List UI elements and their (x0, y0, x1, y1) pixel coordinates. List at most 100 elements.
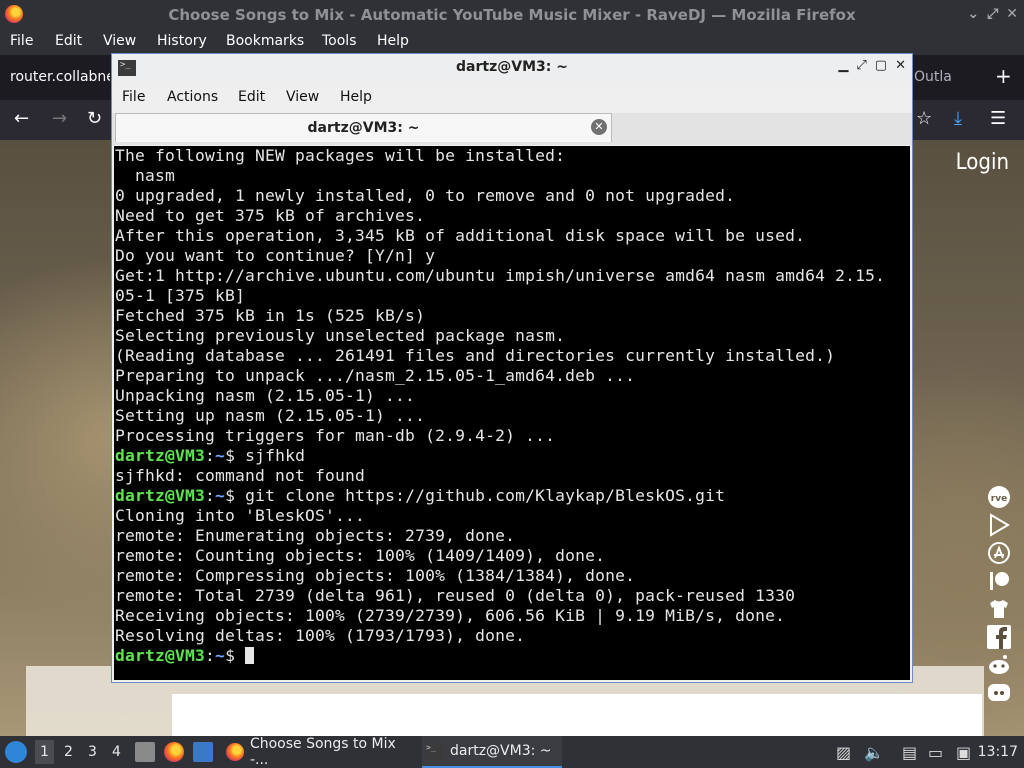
login-link[interactable]: Login (956, 150, 1009, 175)
new-tab-button[interactable]: + (995, 64, 1012, 88)
terminal-icon: >_ (426, 743, 444, 759)
task-firefox[interactable]: Choose Songs to Mix -... (222, 736, 418, 768)
tab-outlook[interactable]: Outla (914, 69, 952, 85)
workspace-1[interactable]: 1 (35, 740, 54, 764)
terminal-menubar: File Actions Edit View Help (112, 83, 912, 113)
social-links: rve (984, 483, 1018, 707)
terminal-output-line: remote: Enumerating objects: 2739, done. (115, 526, 516, 545)
menu-history[interactable]: History (157, 33, 207, 49)
prompt-colon: : (205, 486, 216, 505)
terminal-menu-edit[interactable]: Edit (238, 89, 265, 105)
workspace-2[interactable]: 2 (64, 744, 73, 760)
clipboard-icon[interactable]: ▤ (902, 743, 917, 762)
terminal-menu-view[interactable]: View (286, 89, 319, 105)
minimize-icon[interactable]: ▁ (838, 58, 848, 73)
back-icon[interactable]: ← (14, 108, 29, 129)
terminal-output-line: Receiving objects: 100% (2739/2739), 606… (115, 606, 786, 625)
maximize-icon[interactable]: ⤢ (987, 6, 998, 22)
terminal-output-line: The following NEW packages will be insta… (115, 146, 566, 165)
bookmark-star-icon[interactable]: ☆ (916, 108, 932, 129)
menu-file[interactable]: File (10, 33, 33, 49)
workspace-4[interactable]: 4 (112, 744, 121, 760)
update-icon[interactable]: ▣ (956, 743, 971, 762)
terminal-window-title: dartz@VM3: ~ (456, 59, 568, 75)
taskbar: 1 2 3 4 Choose Songs to Mix -... >_ dart… (0, 736, 1024, 768)
prompt-path: ~ (215, 446, 226, 465)
menu-view[interactable]: View (103, 33, 136, 49)
terminal-menu-file[interactable]: File (122, 89, 145, 105)
terminal-output-line: Fetched 375 kB in 1s (525 kB/s) (115, 306, 426, 325)
prompt-path: ~ (215, 486, 226, 505)
menu-bookmarks[interactable]: Bookmarks (226, 33, 304, 49)
terminal-output-line: remote: Compressing objects: 100% (1384/… (115, 566, 636, 585)
patreon-icon[interactable] (984, 567, 1014, 595)
file-manager-icon[interactable] (135, 742, 155, 762)
terminal-window: >_ dartz@VM3: ~ ▁ ⤢ ▢ ✕ File Actions Edi… (111, 53, 913, 683)
facebook-icon[interactable] (984, 623, 1014, 651)
workspace-3[interactable]: 3 (88, 744, 97, 760)
terminal-output-line: Resolving deltas: 100% (1793/1793), done… (115, 626, 526, 645)
menu-edit[interactable]: Edit (55, 33, 82, 49)
terminal-output-line: Cloning into 'BleskOS'... (115, 506, 366, 525)
close-icon[interactable]: ✕ (895, 58, 906, 73)
shirt-icon[interactable] (984, 595, 1014, 623)
terminal-output-line: Do you want to continue? [Y/n] y (115, 246, 436, 265)
minimize-icon[interactable]: ⌄ (967, 6, 979, 22)
firefox-launcher-icon[interactable] (164, 742, 184, 762)
terminal-output-line: sjfhkd: command not found (115, 466, 366, 485)
volume-icon[interactable]: 🔈 (864, 743, 884, 762)
terminal-output-line: Need to get 375 kB of archives. (115, 206, 426, 225)
firefox-window-controls: ⌄ ⤢ ✕ (967, 6, 1018, 22)
terminal-output-line: (Reading database ... 261491 files and d… (115, 346, 836, 365)
downloads-icon[interactable]: ⤓ (954, 108, 962, 129)
firefox-menubar: File Edit View History Bookmarks Tools H… (0, 30, 1024, 55)
terminal-output-line: remote: Total 2739 (delta 961), reused 0… (115, 586, 796, 605)
terminal-command-line: dartz@VM3:~$ (115, 646, 910, 666)
menu-tools[interactable]: Tools (322, 33, 357, 49)
forward-icon[interactable]: → (52, 108, 67, 129)
menu-help[interactable]: Help (377, 33, 409, 49)
desktop-icon[interactable] (193, 742, 213, 762)
terminal-titlebar[interactable]: >_ dartz@VM3: ~ ▁ ⤢ ▢ ✕ (112, 54, 912, 83)
terminal-menu-help[interactable]: Help (340, 89, 372, 105)
hamburger-menu-icon[interactable]: ☰ (990, 108, 1006, 129)
prompt-colon: : (205, 646, 216, 665)
rave-icon[interactable]: rve (984, 483, 1014, 511)
network-icon[interactable]: ▭ (928, 743, 943, 762)
google-play-icon[interactable] (984, 511, 1014, 539)
close-icon[interactable]: ✕ (1006, 6, 1018, 22)
terminal-tabbar: dartz@VM3: ~ ✕ (112, 113, 912, 145)
prompt-user: dartz@VM3 (115, 646, 206, 665)
firefox-icon (226, 743, 244, 761)
terminal-output-line: Get:1 http://archive.ubuntu.com/ubuntu i… (115, 266, 886, 285)
terminal-tab[interactable]: dartz@VM3: ~ ✕ (115, 113, 612, 142)
command-text: git clone https://github.com/Klaykap/Ble… (245, 486, 726, 505)
terminal-menu-actions[interactable]: Actions (167, 89, 218, 105)
start-menu-icon[interactable] (5, 741, 27, 763)
restore-icon[interactable]: ▢ (875, 58, 887, 73)
task-terminal[interactable]: >_ dartz@VM3: ~ (422, 736, 562, 768)
maximize-icon[interactable]: ⤢ (856, 58, 866, 73)
task-label: dartz@VM3: ~ (450, 743, 552, 759)
terminal-output-line: Processing triggers for man-db (2.9.4-2)… (115, 426, 556, 445)
terminal-output[interactable]: The following NEW packages will be insta… (114, 146, 910, 680)
firefox-window-title: Choose Songs to Mix - Automatic YouTube … (168, 6, 856, 24)
prompt-path: ~ (215, 646, 226, 665)
discord-icon[interactable] (984, 679, 1014, 707)
tab-router[interactable]: router.collabnet (10, 69, 110, 85)
clock: 13:17 (977, 744, 1018, 760)
terminal-output-line: 0 upgraded, 1 newly installed, 0 to remo… (115, 186, 736, 205)
app-store-icon[interactable] (984, 539, 1014, 567)
reddit-icon[interactable] (984, 651, 1014, 679)
terminal-tab-title: dartz@VM3: ~ (307, 120, 420, 136)
page-panel (172, 694, 982, 736)
terminal-output-line: Setting up nasm (2.15.05-1) ... (115, 406, 426, 425)
prompt-dollar: $ (225, 446, 246, 465)
task-label: Choose Songs to Mix -... (249, 736, 396, 768)
terminal-command-line: dartz@VM3:~$ git clone https://github.co… (115, 486, 910, 506)
notification-icon[interactable]: ▨ (836, 743, 851, 762)
reload-icon[interactable]: ↻ (87, 108, 102, 129)
firefox-titlebar: Choose Songs to Mix - Automatic YouTube … (0, 0, 1024, 30)
terminal-output-line: Unpacking nasm (2.15.05-1) ... (115, 386, 416, 405)
tab-close-icon[interactable]: ✕ (591, 119, 607, 135)
